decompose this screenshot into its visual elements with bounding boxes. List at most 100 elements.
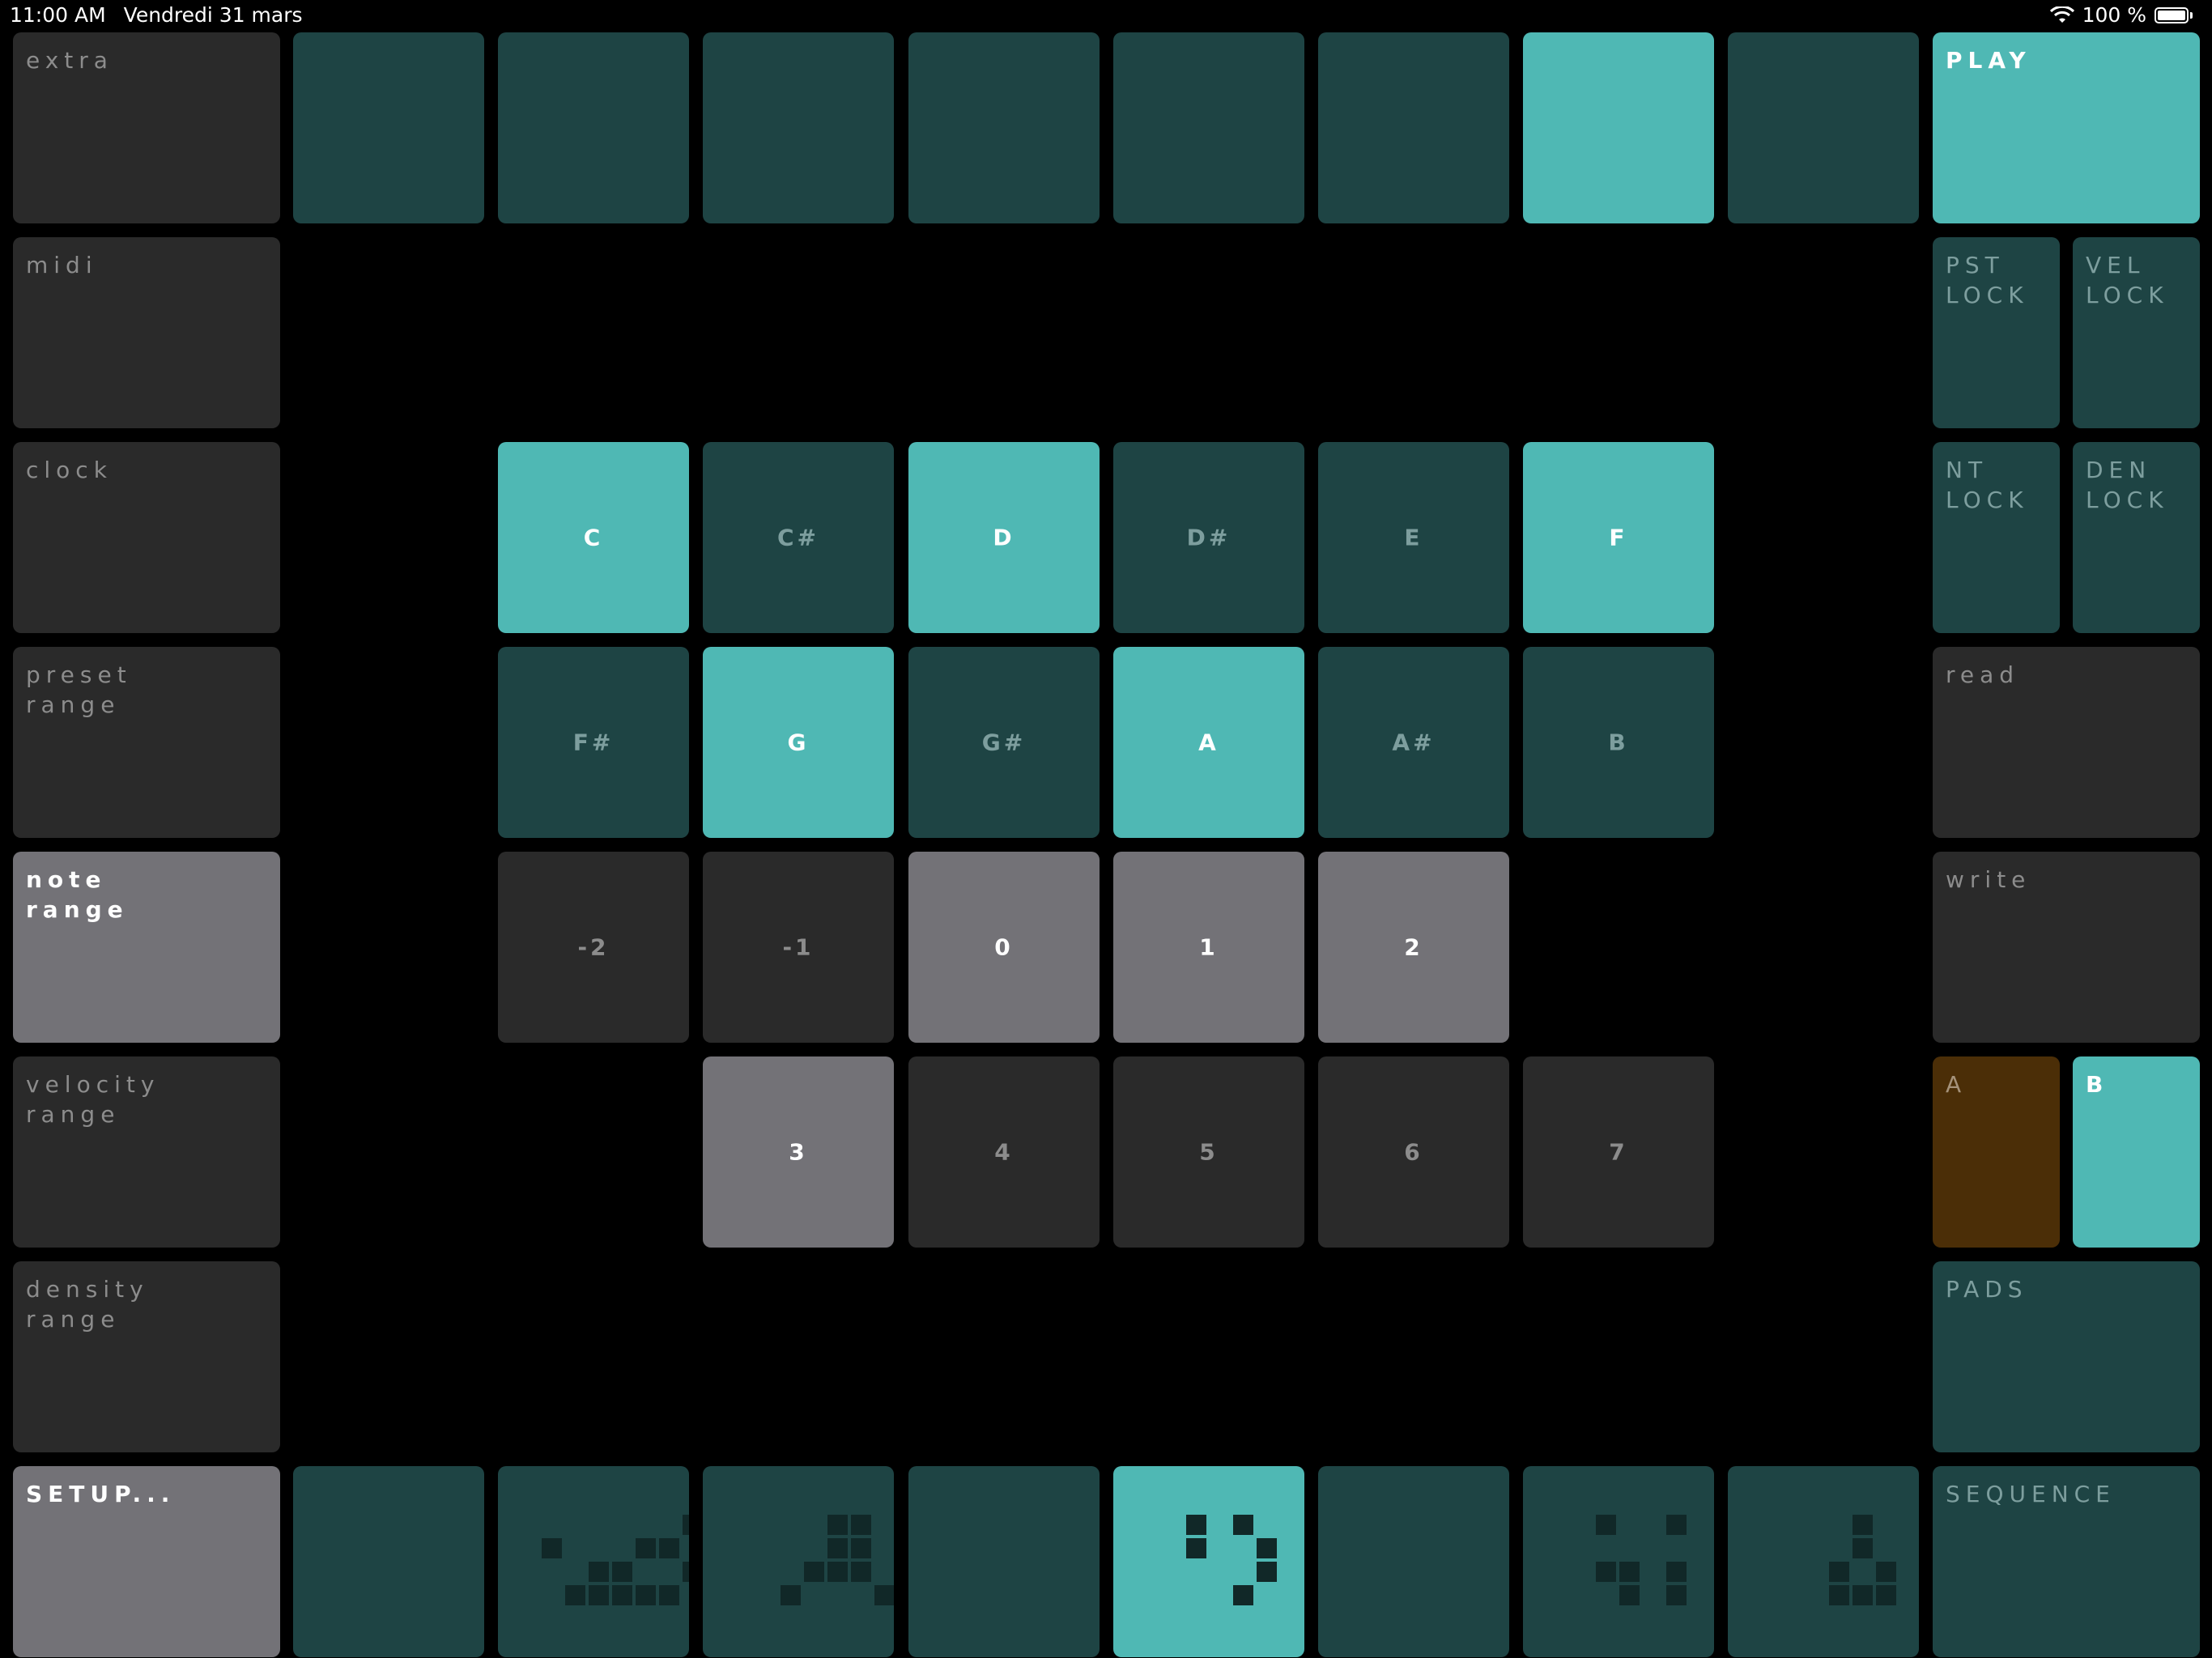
octave-pad-2-label: 0 [994,933,1014,961]
bottom-pad-5[interactable] [1113,1466,1304,1657]
note-pad-6-label: F# [572,729,615,756]
octave-pad-9[interactable]: 7 [1523,1056,1714,1248]
octave-pad-7-label: 5 [1199,1138,1219,1166]
pads-button-label: PADS [1946,1276,2028,1303]
note-pad-4[interactable]: E [1318,442,1509,633]
note-pad-7[interactable]: G [703,647,894,838]
note-pad-0-label: C [583,524,604,551]
slot-a-button[interactable]: A [1933,1056,2060,1248]
nt-lock-button[interactable]: NT LOCK [1933,442,2060,633]
note-pad-1-label: C# [776,524,819,551]
note-pad-5[interactable]: F [1523,442,1714,633]
vel-lock-button[interactable]: VEL LOCK [2073,237,2200,428]
note-pad-3-label: D# [1186,524,1231,551]
top-pad-6[interactable] [1318,32,1509,223]
note-pad-10-label: A# [1392,729,1436,756]
octave-pad-3[interactable]: 1 [1113,852,1304,1043]
read-button[interactable]: read [1933,647,2200,838]
bottom-pad-1[interactable] [293,1466,484,1657]
bottom-pad-4[interactable] [908,1466,1100,1657]
note-pad-9-label: A [1198,729,1219,756]
slot-b-button[interactable]: B [2073,1056,2200,1248]
note-pad-2-label: D [993,524,1015,551]
left-button-note-range[interactable]: note range [13,852,280,1043]
pst-lock-button-label: PST LOCK [1946,252,2029,308]
write-button[interactable]: write [1933,852,2200,1043]
top-pad-7[interactable] [1523,32,1714,223]
left-button-clock[interactable]: clock [13,442,280,633]
note-pad-11[interactable]: B [1523,647,1714,838]
top-pad-8[interactable] [1728,32,1919,223]
note-pad-1[interactable]: C# [703,442,894,633]
left-button-density-range[interactable]: density range [13,1261,280,1452]
note-pad-9[interactable]: A [1113,647,1304,838]
pst-lock-button[interactable]: PST LOCK [1933,237,2060,428]
octave-pad-8-label: 6 [1404,1138,1423,1166]
battery-icon [2155,6,2189,23]
octave-pad-6-label: 4 [994,1138,1014,1166]
status-time: 11:00 AM [10,3,106,27]
den-lock-button-label: DEN LOCK [2086,457,2169,513]
note-pad-10[interactable]: A# [1318,647,1509,838]
bottom-pad-7[interactable] [1523,1466,1714,1657]
left-button-extra[interactable]: extra [13,32,280,223]
left-button-setup-label: SETUP... [26,1481,176,1507]
pattern-glyph-icon [542,1515,689,1605]
top-pad-5[interactable] [1113,32,1304,223]
left-button-midi[interactable]: midi [13,237,280,428]
pattern-glyph-icon [1596,1515,1687,1605]
sequence-button[interactable]: SEQUENCE [1933,1466,2200,1657]
slot-a-button-label: A [1946,1071,1967,1098]
top-pad-1[interactable] [293,32,484,223]
note-pad-8[interactable]: G# [908,647,1100,838]
battery-percent: 100 % [2082,3,2146,27]
note-pad-6[interactable]: F# [498,647,689,838]
play-button-label: PLAY [1946,47,2031,74]
octave-pad-1[interactable]: -1 [703,852,894,1043]
top-pad-3[interactable] [703,32,894,223]
note-pad-11-label: B [1608,729,1629,756]
octave-pad-5-label: 3 [789,1138,808,1166]
note-pad-2[interactable]: D [908,442,1100,633]
left-button-velocity-range-label: velocity range [26,1071,160,1128]
play-button[interactable]: PLAY [1933,32,2200,223]
octave-pad-5[interactable]: 3 [703,1056,894,1248]
octave-pad-2[interactable]: 0 [908,852,1100,1043]
left-button-preset-range[interactable]: preset range [13,647,280,838]
octave-pad-4[interactable]: 2 [1318,852,1509,1043]
octave-pad-7[interactable]: 5 [1113,1056,1304,1248]
vel-lock-button-label: VEL LOCK [2086,252,2169,308]
bottom-pad-3[interactable] [703,1466,894,1657]
status-date: Vendredi 31 mars [123,3,303,27]
octave-pad-6[interactable]: 4 [908,1056,1100,1248]
sequence-button-label: SEQUENCE [1946,1481,2116,1507]
octave-pad-3-label: 1 [1199,933,1219,961]
left-button-note-range-label: note range [26,866,129,923]
write-button-label: write [1946,866,2031,893]
note-pad-0[interactable]: C [498,442,689,633]
status-bar: 11:00 AM Vendredi 31 mars 100 % [0,0,2212,32]
left-button-extra-label: extra [26,47,113,74]
pads-button[interactable]: PADS [1933,1261,2200,1452]
bottom-pad-6[interactable] [1318,1466,1509,1657]
octave-pad-1-label: -1 [782,933,815,961]
octave-pad-4-label: 2 [1404,933,1423,961]
octave-pad-0[interactable]: -2 [498,852,689,1043]
octave-pad-9-label: 7 [1609,1138,1628,1166]
left-button-velocity-range[interactable]: velocity range [13,1056,280,1248]
note-pad-4-label: E [1404,524,1423,551]
note-pad-3[interactable]: D# [1113,442,1304,633]
bottom-pad-2[interactable] [498,1466,689,1657]
den-lock-button[interactable]: DEN LOCK [2073,442,2200,633]
pattern-glyph-icon [1829,1515,1896,1605]
slot-b-button-label: B [2086,1071,2109,1098]
bottom-pad-8[interactable] [1728,1466,1919,1657]
note-pad-5-label: F [1609,524,1628,551]
left-button-clock-label: clock [26,457,113,483]
read-button-label: read [1946,661,2020,688]
top-pad-2[interactable] [498,32,689,223]
top-pad-4[interactable] [908,32,1100,223]
left-button-setup[interactable]: SETUP... [13,1466,280,1657]
octave-pad-8[interactable]: 6 [1318,1056,1509,1248]
left-button-preset-range-label: preset range [26,661,132,718]
